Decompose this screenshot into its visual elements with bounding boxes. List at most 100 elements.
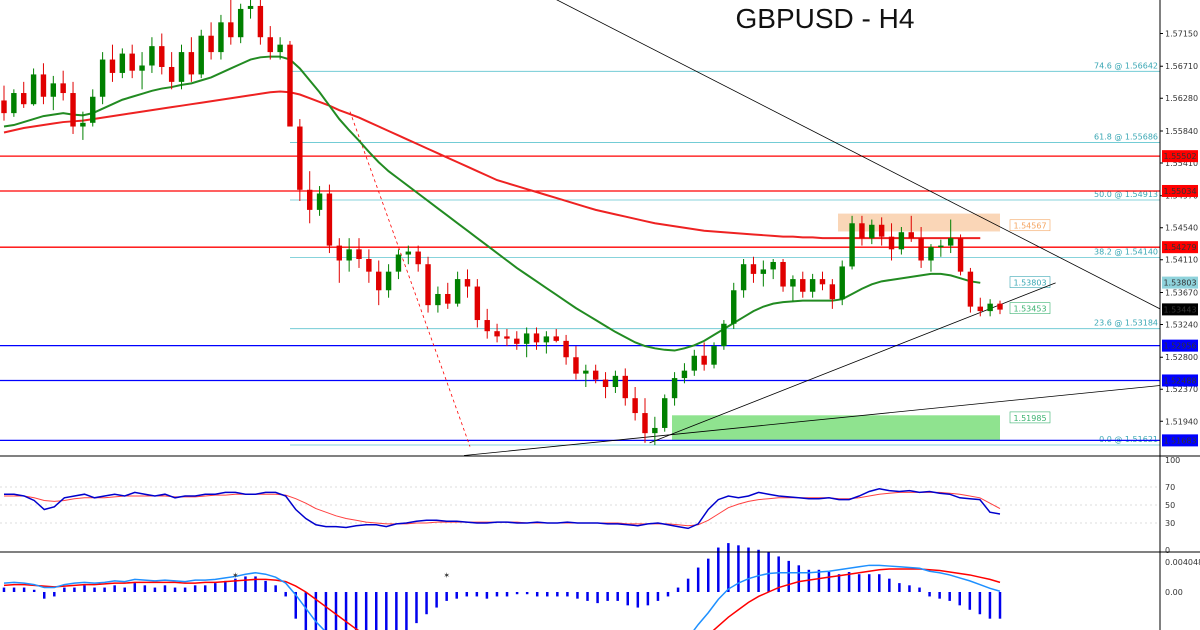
macd-line [3, 564, 1001, 630]
gbpusd-h4-chart: 74.6 @ 1.5664261.8 @ 1.5568650.0 @ 1.549… [0, 0, 1200, 630]
candle-body [228, 22, 234, 38]
candle-body [168, 66, 175, 82]
candle-body [553, 336, 559, 341]
candle-body [297, 126, 303, 190]
candle-body [622, 375, 628, 399]
rsi-tick-label: 30 [1165, 519, 1175, 528]
candle-body [563, 340, 569, 358]
level-tag: 1.54567 [1013, 222, 1046, 231]
candle-body [918, 238, 924, 261]
price-tick-label: 1.53240 [1165, 320, 1198, 329]
fractal-mark: ✶ [232, 571, 239, 580]
candle-body [415, 251, 421, 265]
candle-body [405, 251, 412, 255]
rsi-tick-label: 50 [1165, 501, 1175, 510]
candle-body [957, 238, 964, 272]
price-tick-label: 1.52800 [1165, 353, 1198, 362]
candle-body [543, 336, 550, 343]
rsi-line [4, 491, 1001, 527]
candle-body [859, 223, 865, 239]
candle-body [149, 46, 155, 66]
candle-body [987, 303, 993, 312]
candle-body [218, 22, 224, 53]
candle-body [632, 398, 638, 414]
candle-body [237, 8, 244, 38]
level-tag: 1.53803 [1013, 279, 1046, 288]
candle-body [247, 5, 254, 9]
candle-body [878, 224, 885, 237]
level-tag: 1.51985 [1013, 414, 1046, 423]
rsi-panel: 100 70 50 30 0 [0, 456, 1180, 555]
candle-body [721, 323, 727, 347]
candle-body [395, 254, 402, 272]
candle-body [109, 59, 116, 73]
candle-body [514, 338, 520, 344]
candle-body [159, 46, 165, 67]
candle-body [977, 306, 983, 312]
candle-body [257, 5, 264, 38]
candle-body [178, 52, 185, 82]
candle-body [869, 224, 875, 239]
candle-body [790, 279, 796, 287]
candle-body [711, 346, 717, 365]
candle-body [60, 83, 66, 94]
rsi-line [4, 488, 1001, 530]
candle-body [139, 65, 145, 71]
fib-level-label: 38.2 @ 1.54140 [1094, 248, 1158, 257]
candle-body [306, 189, 313, 210]
level-badge-label: 1.52488 [1163, 376, 1196, 385]
price-panel: 74.6 @ 1.5664261.8 @ 1.5568650.0 @ 1.549… [0, 0, 1161, 456]
candle-body [967, 271, 974, 307]
candle-body [119, 53, 126, 73]
candle-body [760, 269, 767, 274]
candle-body [662, 398, 668, 428]
candle-body [425, 264, 431, 306]
candle-body [99, 59, 106, 97]
fib-level-label: 23.6 @ 1.53184 [1094, 319, 1158, 328]
price-tick-label: 1.56280 [1165, 94, 1198, 103]
candle-body [385, 271, 392, 291]
candle-body [533, 333, 540, 343]
candle-body [583, 370, 589, 374]
level-badge-label: 1.55502 [1163, 152, 1196, 161]
candle-body [80, 122, 86, 127]
candle-body [642, 413, 648, 434]
candle-body [198, 35, 204, 75]
fib-level-label: 74.6 @ 1.56642 [1094, 61, 1158, 70]
candle-body [208, 35, 214, 53]
candle-body [346, 249, 352, 261]
price-axis: 1.571501.567101.562801.558401.554101.549… [0, 0, 1200, 630]
candle-body [484, 320, 490, 332]
price-tick-label: 1.54540 [1165, 224, 1198, 233]
candle-body [50, 83, 57, 97]
level-badge-label: 1.54279 [1163, 243, 1196, 252]
candle-body [888, 236, 895, 250]
rsi-tick-label: 70 [1165, 483, 1175, 492]
candle-body [671, 378, 678, 399]
fib-level-label: 61.8 @ 1.55686 [1094, 132, 1158, 141]
price-tick-label: 1.52370 [1165, 385, 1198, 394]
candle-body [366, 259, 372, 272]
candle-body [829, 284, 836, 300]
level-badge-label: 1.51683 [1163, 436, 1196, 445]
price-tick-label: 1.53670 [1165, 288, 1198, 297]
candle-body [947, 238, 954, 246]
fib-level-label: 0.0 @ 1.51621 [1099, 435, 1158, 444]
candle-body [819, 279, 826, 285]
price-tick-label: 1.55840 [1165, 127, 1198, 136]
price-tick-label: 1.51940 [1165, 417, 1198, 426]
candle-body [316, 193, 323, 210]
price-tick-label: 1.56710 [1165, 62, 1198, 71]
candle-body [504, 336, 510, 339]
candle-body [454, 279, 461, 304]
candle-body [681, 370, 688, 379]
candle-body [523, 333, 530, 344]
candle-body [612, 375, 619, 388]
fib-badge-label: 1.53803 [1163, 279, 1196, 288]
moving-average-slow [3, 90, 981, 240]
candle-body [652, 427, 658, 434]
candle-body [326, 193, 333, 246]
level-badge-label: 1.52956 [1163, 342, 1196, 351]
candle-body [90, 96, 96, 123]
candle-body [839, 266, 845, 300]
